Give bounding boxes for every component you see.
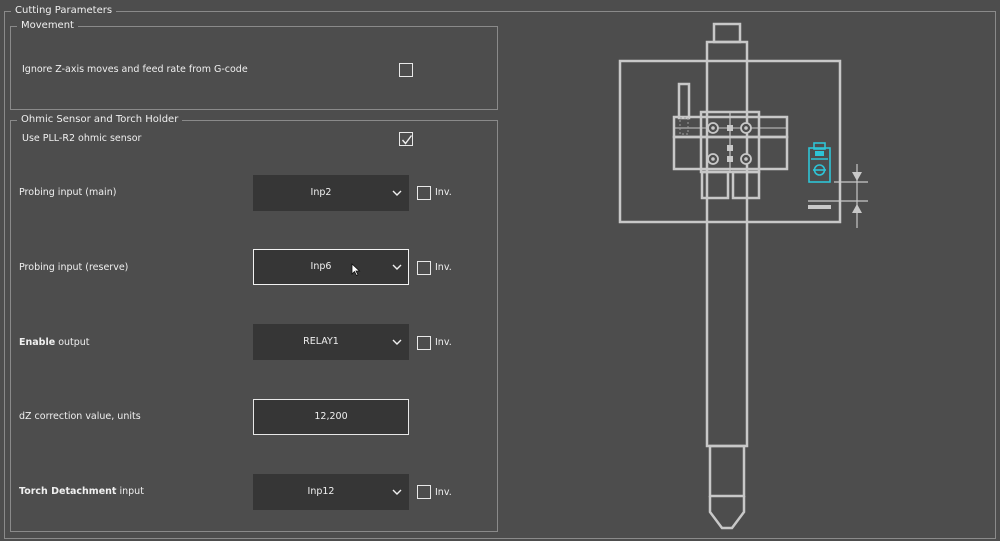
chevron-down-icon [392, 264, 402, 270]
torch-holder-diagram [618, 22, 868, 530]
torch-detachment-label-rest: input [116, 486, 144, 497]
use-pll-label: Use PLL-R2 ohmic sensor [22, 133, 142, 144]
ignore-z-checkbox[interactable] [399, 63, 413, 77]
mouse-cursor-icon [351, 263, 361, 277]
torch-detachment-inv-checkbox[interactable] [417, 485, 431, 499]
probing-main-value: Inp2 [310, 187, 332, 198]
enable-output-label: Enable output [19, 337, 90, 348]
probing-reserve-inv-checkbox[interactable] [417, 261, 431, 275]
enable-output-value: RELAY1 [303, 336, 339, 347]
probing-main-inv-checkbox[interactable] [417, 186, 431, 200]
ignore-z-label: Ignore Z-axis moves and feed rate from G… [22, 64, 248, 75]
dz-correction-label: dZ correction value, units [19, 411, 141, 422]
torch-detachment-inv-label: Inv. [435, 487, 452, 498]
chevron-down-icon [392, 489, 402, 495]
dimension-arrow-up [852, 204, 862, 213]
movement-title: Movement [17, 19, 78, 33]
use-pll-checkbox[interactable] [399, 132, 413, 146]
probing-main-inv-label: Inv. [435, 187, 452, 198]
guide-pin [677, 82, 691, 120]
torch-detachment-value: Inp12 [307, 486, 335, 497]
cutting-parameters-title: Cutting Parameters [11, 4, 117, 18]
enable-output-label-bold: Enable [19, 337, 56, 348]
dz-correction-value: 12,200 [314, 411, 348, 422]
probing-main-label: Probing input (main) [19, 187, 117, 198]
probing-main-select[interactable]: Inp2 [253, 175, 409, 211]
torch-detachment-label: Torch Detachment input [19, 486, 144, 497]
sensor-plate [808, 205, 831, 209]
torch-detachment-label-bold: Torch Detachment [19, 486, 117, 497]
torch-cap [712, 22, 742, 44]
checkmark-icon [401, 135, 413, 145]
dimension-arrow-down [852, 172, 862, 181]
probing-reserve-inv-label: Inv. [435, 262, 452, 273]
torch-nozzle-sleeve [708, 444, 746, 498]
probing-reserve-label: Probing input (reserve) [19, 262, 129, 273]
enable-output-inv-label: Inv. [435, 337, 452, 348]
torch-detachment-select[interactable]: Inp12 [253, 474, 409, 510]
probing-reserve-value: Inp6 [310, 261, 332, 272]
enable-output-label-rest: output [55, 337, 90, 348]
enable-output-select[interactable]: RELAY1 [253, 324, 409, 360]
chevron-down-icon [392, 190, 402, 196]
dz-correction-input[interactable]: 12,200 [253, 399, 409, 435]
ohmic-sensor-icon [808, 142, 831, 183]
chevron-down-icon [392, 339, 402, 345]
ohmic-sensor-title: Ohmic Sensor and Torch Holder [17, 113, 183, 127]
torch-nozzle-tip [708, 496, 746, 530]
torch-body [705, 40, 749, 448]
enable-output-inv-checkbox[interactable] [417, 336, 431, 350]
probing-reserve-select[interactable]: Inp6 [253, 249, 409, 285]
